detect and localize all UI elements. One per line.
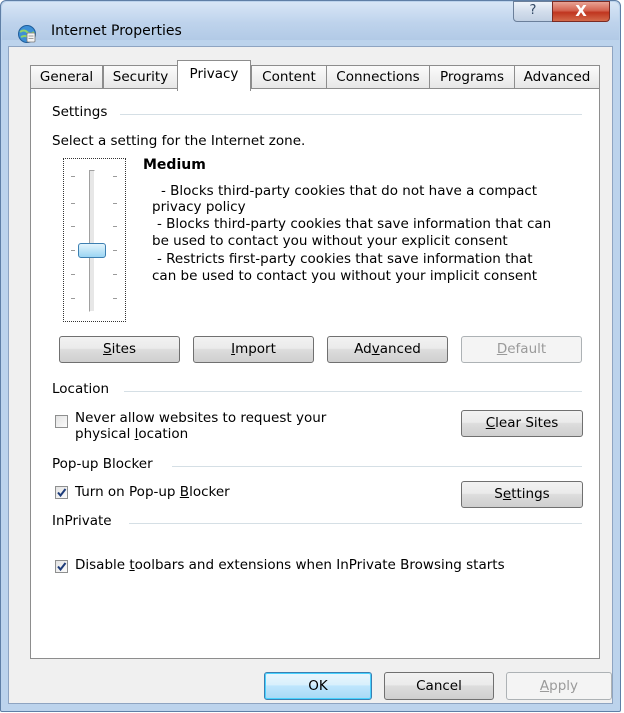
label-text: ocation	[138, 426, 189, 442]
button-label: ites	[111, 341, 136, 357]
privacy-slider-thumb[interactable]	[78, 243, 106, 258]
button-label: Ad	[354, 341, 372, 357]
label-text: oolbars and extensions when InPrivate Br…	[134, 557, 505, 573]
clear-sites-button[interactable]: Clear Sites	[461, 410, 583, 437]
window-title: Internet Properties	[51, 23, 182, 39]
accelerator-key: S	[103, 341, 112, 357]
button-label: lear Sites	[495, 415, 559, 431]
tab-privacy[interactable]: Privacy	[177, 60, 251, 91]
tab-label: Advanced	[523, 69, 591, 85]
checkmark-icon	[57, 488, 67, 498]
apply-button[interactable]: Apply	[506, 672, 612, 700]
slider-tick	[113, 298, 117, 299]
label-text: Turn on Pop-up	[75, 484, 180, 500]
tab-label: Privacy	[189, 66, 239, 82]
tab-label: Content	[262, 69, 316, 85]
button-label: ttings	[511, 486, 550, 502]
tab-label: Programs	[440, 69, 504, 85]
import-button[interactable]: Import	[193, 336, 314, 363]
default-button[interactable]: Default	[461, 336, 582, 363]
accelerator-key: A	[539, 678, 550, 694]
label-text: physical	[75, 426, 135, 442]
cancel-button[interactable]: Cancel	[384, 672, 494, 700]
slider-tick	[71, 274, 75, 275]
ok-button[interactable]: OK	[264, 672, 372, 700]
privacy-description-line: - Restricts first-party cookies that sav…	[157, 251, 533, 267]
popup-blocker-checkbox[interactable]	[55, 486, 68, 499]
privacy-description-line: - Blocks third-party cookies that save i…	[157, 216, 552, 232]
slider-tick	[71, 250, 75, 251]
accelerator-key: e	[502, 486, 512, 502]
tab-connections[interactable]: Connections	[326, 65, 430, 89]
tab-label: Security	[112, 69, 169, 85]
tab-general[interactable]: General	[30, 65, 103, 89]
question-mark-icon: ?	[529, 3, 537, 18]
slider-tick	[71, 176, 75, 177]
disable-toolbars-label: Disable toolbars and extensions when InP…	[75, 557, 505, 573]
accelerator-key: C	[485, 415, 496, 431]
popup-blocker-group-divider	[172, 466, 582, 467]
sites-button[interactable]: Sites	[59, 336, 180, 363]
close-button[interactable]: X	[552, 1, 610, 22]
inprivate-group-divider	[129, 523, 582, 524]
checkmark-icon	[57, 562, 67, 572]
slider-tick	[113, 274, 117, 275]
internet-options-icon	[18, 25, 36, 43]
label-text: locker	[189, 484, 230, 500]
slider-tick	[71, 298, 75, 299]
settings-prompt: Select a setting for the Internet zone.	[52, 133, 306, 149]
slider-tick	[113, 203, 117, 204]
never-allow-location-label-line1: Never allow websites to request your	[75, 410, 327, 426]
button-label: efault	[507, 341, 547, 357]
popup-settings-button[interactable]: Settings	[461, 481, 583, 508]
privacy-level-title: Medium	[143, 157, 206, 173]
tab-label: General	[39, 69, 94, 85]
accelerator-key: D	[496, 341, 508, 357]
button-label: anced	[379, 341, 421, 357]
accelerator-key: B	[179, 484, 190, 500]
privacy-description-line: be used to contact you without your expl…	[152, 233, 508, 249]
location-group-label: Location	[52, 381, 116, 397]
button-label: S	[494, 486, 503, 502]
slider-tick	[71, 203, 75, 204]
tab-label: Connections	[336, 69, 420, 85]
privacy-description-line: privacy policy	[152, 199, 246, 215]
settings-group-divider	[120, 114, 582, 115]
slider-tick	[113, 176, 117, 177]
never-allow-location-label-line2: physical location	[75, 426, 188, 442]
popup-blocker-group-label: Pop-up Blocker	[52, 456, 159, 472]
slider-tick	[113, 226, 117, 227]
button-label: pply	[549, 678, 579, 694]
privacy-description-line: - Blocks third-party cookies that do not…	[161, 183, 538, 199]
slider-tick	[71, 226, 75, 227]
tab-programs[interactable]: Programs	[429, 65, 515, 89]
privacy-description-line: can be used to contact you without your …	[152, 268, 538, 284]
accelerator-key: v	[371, 341, 380, 357]
privacy-slider-track[interactable]	[89, 170, 95, 312]
never-allow-location-checkbox[interactable]	[55, 415, 68, 428]
button-label: mport	[235, 341, 276, 357]
popup-blocker-label: Turn on Pop-up Blocker	[75, 484, 230, 500]
disable-toolbars-checkbox[interactable]	[55, 560, 68, 573]
label-text: Disable	[75, 557, 130, 573]
tab-security[interactable]: Security	[103, 65, 178, 89]
tab-advanced[interactable]: Advanced	[514, 65, 600, 89]
slider-tick	[113, 250, 117, 251]
location-group-divider	[124, 391, 582, 392]
help-button[interactable]: ?	[513, 1, 553, 22]
settings-group-label: Settings	[52, 104, 114, 120]
inprivate-group-label: InPrivate	[52, 513, 118, 529]
tab-content[interactable]: Content	[251, 65, 327, 89]
advanced-button[interactable]: Advanced	[327, 336, 448, 363]
close-icon: X	[575, 2, 587, 20]
